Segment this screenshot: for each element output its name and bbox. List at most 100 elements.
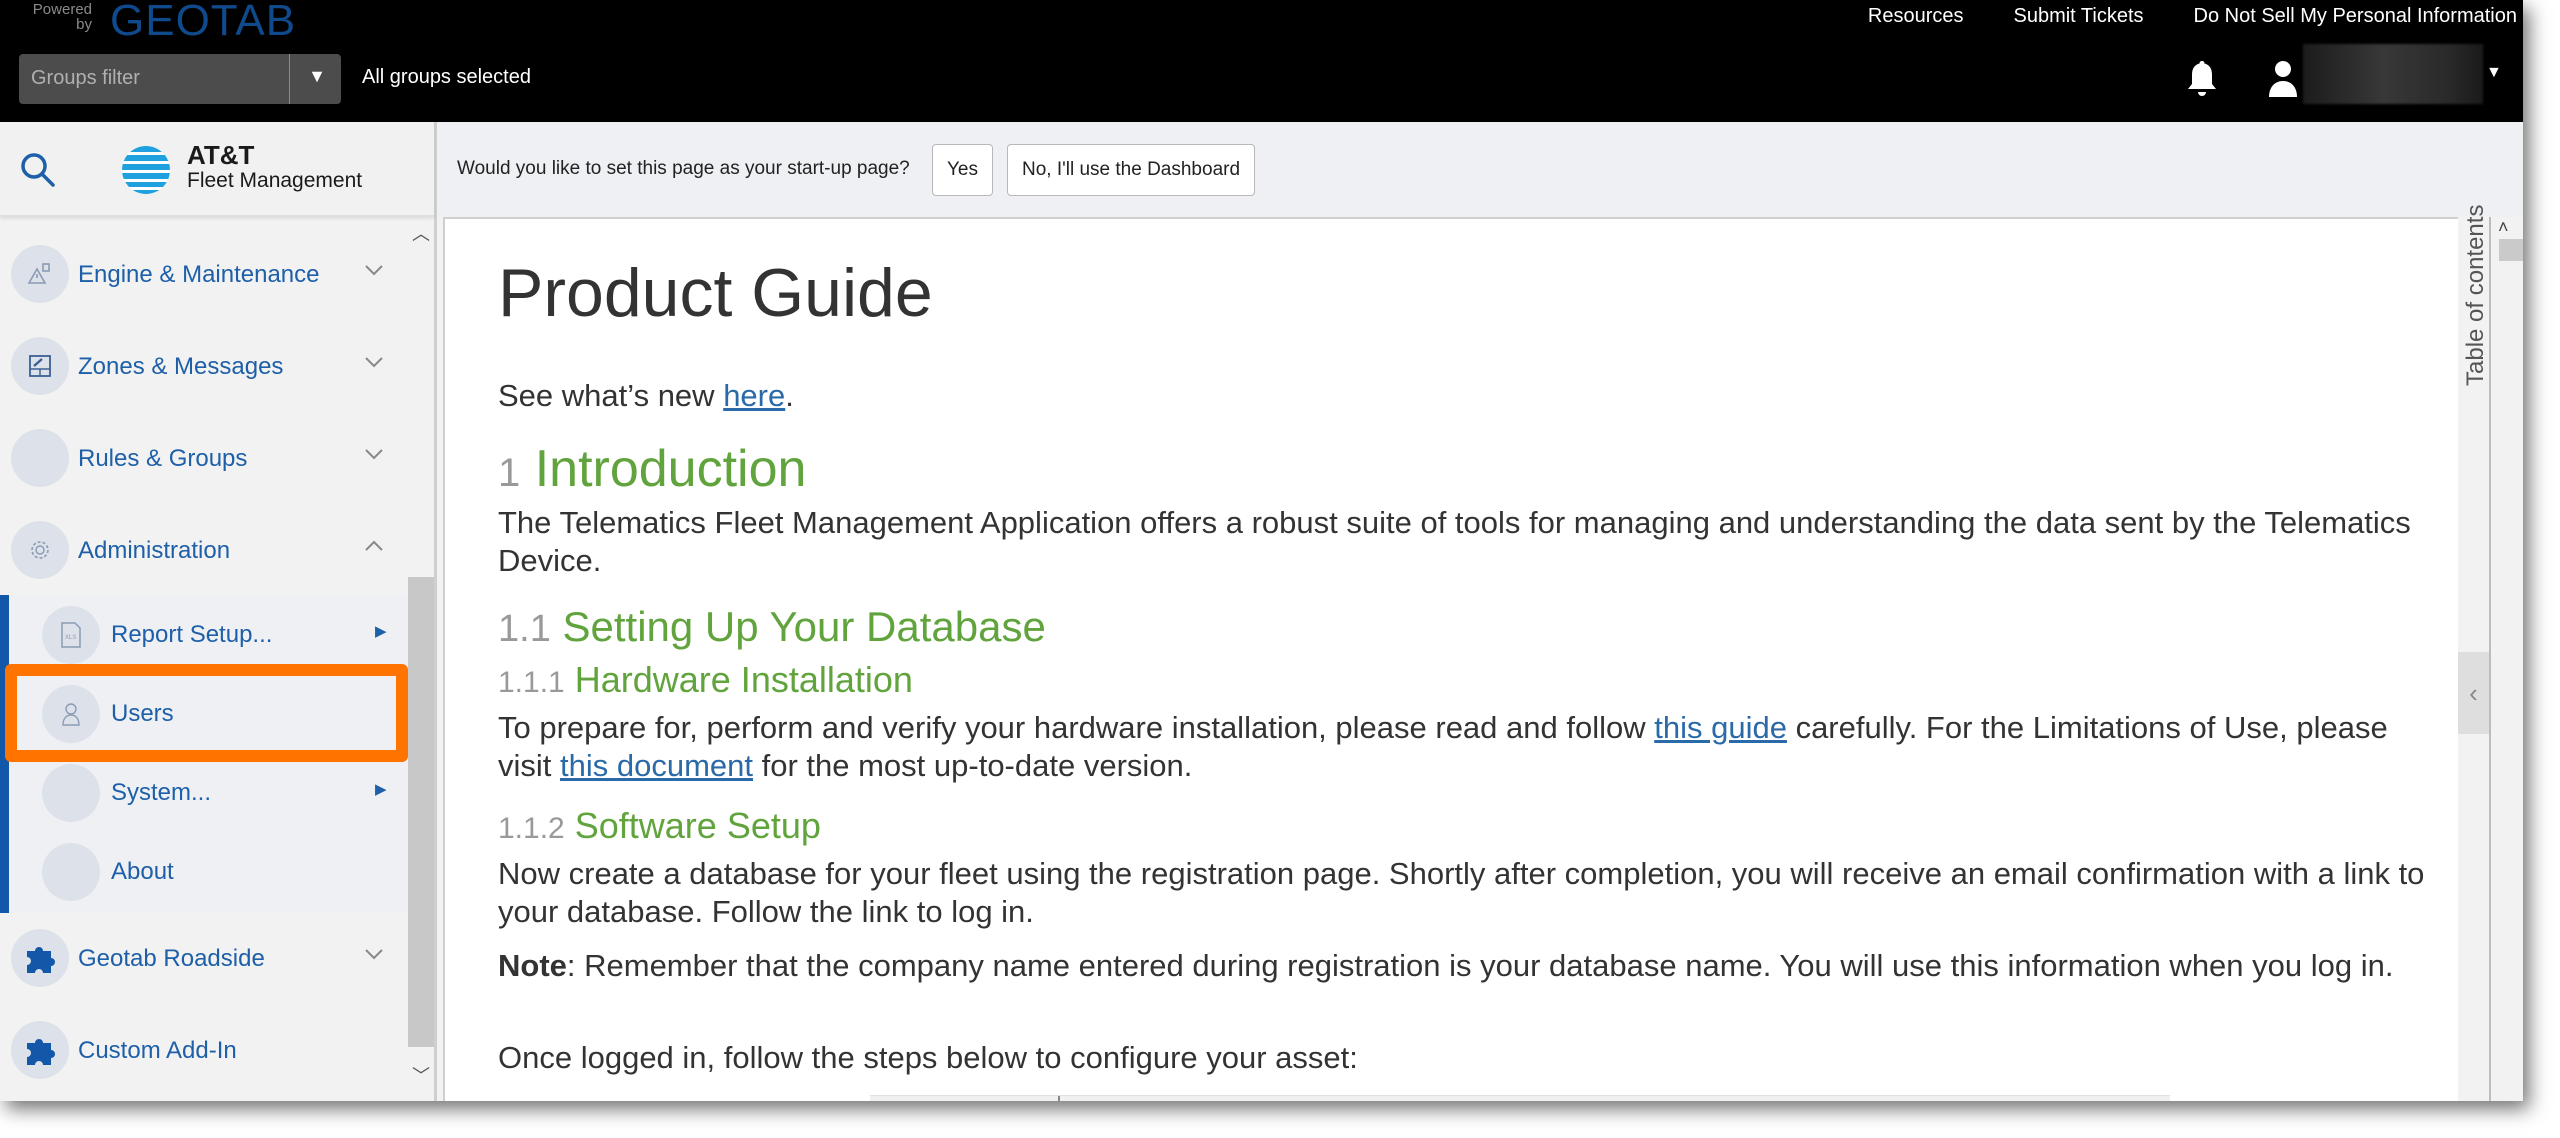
sidebar-item-label: About [111, 858, 174, 885]
section-heading-introduction: 1 Introduction [498, 441, 2438, 501]
rules-groups-icon [11, 429, 69, 487]
section-heading-hardware: 1.1.1 Hardware Installation [498, 660, 2438, 703]
top-links: Resources Submit Tickets Do Not Sell My … [1868, 5, 2517, 28]
sidebar-scrollbar-thumb[interactable] [408, 577, 434, 1047]
groups-filter-input[interactable]: Groups filter [31, 67, 140, 90]
intro-paragraph: The Telematics Fleet Management Applicat… [498, 505, 2411, 578]
section-title: Hardware Installation [574, 659, 913, 700]
use-dashboard-button[interactable]: No, I'll use the Dashboard [1007, 144, 1256, 196]
groups-filter-divider [289, 54, 290, 104]
section-heading-database: 1.1 Setting Up Your Database [498, 604, 2438, 652]
document-scrollbar[interactable]: ˄ [2493, 217, 2523, 1101]
engine-maintenance-icon [11, 245, 69, 303]
sidebar-scroll-down-icon[interactable]: ﹀ [412, 1062, 430, 1088]
geotab-logo: GEOTAB [110, 0, 297, 45]
about-icon [42, 843, 100, 901]
hardware-text: To prepare for, perform and verify your … [498, 710, 1655, 745]
sidebar-item-label: Zones & Messages [78, 353, 284, 380]
powered-by-label: Powered by [32, 1, 92, 33]
whats-new-link[interactable]: here [723, 378, 785, 413]
sidebar-item-about[interactable]: About [9, 832, 408, 911]
zones-messages-icon [11, 337, 69, 395]
hardware-paragraph: To prepare for, perform and verify your … [498, 709, 2438, 785]
chevron-left-icon[interactable]: ‹ [2458, 652, 2489, 734]
sidebar-item-label: Report Setup... [111, 621, 273, 648]
search-icon[interactable] [18, 150, 58, 190]
scroll-up-icon[interactable]: ˄ [2498, 217, 2509, 238]
section-title: Software Setup [574, 805, 821, 846]
sidebar-item-label: Users [111, 700, 174, 727]
section-title: Setting Up Your Database [562, 603, 1046, 650]
att-globe-logo [122, 146, 170, 194]
user-outline-icon [42, 685, 100, 743]
software-paragraph: Now create a database for your fleet usi… [498, 856, 2425, 929]
system-icon [42, 764, 100, 822]
chevron-up-icon[interactable] [362, 534, 386, 558]
hardware-text: for the most up-to-date version. [753, 748, 1193, 783]
sidebar-item-label: Geotab Roadside [78, 945, 265, 972]
xls-file-icon: XLS [42, 606, 100, 664]
sidebar-item-administration[interactable]: Administration [0, 510, 400, 590]
bell-icon[interactable] [2185, 58, 2219, 98]
yes-button[interactable]: Yes [932, 144, 993, 196]
startup-question: Would you like to set this page as your … [457, 158, 910, 179]
chevron-down-icon[interactable] [362, 258, 386, 282]
top-header: Powered by GEOTAB Groups filter ▼ All gr… [0, 0, 2523, 122]
period: . [785, 378, 794, 413]
steps-intro-paragraph: Once logged in, follow the steps below t… [498, 1040, 1358, 1075]
whats-new-text: See what’s new [498, 378, 724, 413]
chevron-down-icon[interactable] [362, 442, 386, 466]
groups-status: All groups selected [362, 66, 531, 88]
steps-table [870, 1095, 2170, 1101]
chevron-down-icon[interactable] [362, 942, 386, 966]
submenu-arrow-icon: ▶ [375, 623, 387, 640]
page-title: Product Guide [498, 255, 933, 331]
sidebar: AT&T Fleet Management ︿ Engine & Mainten… [0, 122, 437, 1101]
sidebar-header: AT&T Fleet Management [0, 122, 434, 217]
sidebar-item-label: System... [111, 779, 212, 806]
administration-submenu: XLS Report Setup... ▶ Users System... ▶ … [0, 595, 408, 913]
submit-tickets-link[interactable]: Submit Tickets [2013, 5, 2143, 28]
do-not-sell-link[interactable]: Do Not Sell My Personal Information [2194, 5, 2517, 28]
document-scrollbar-thumb[interactable] [2499, 239, 2523, 261]
caret-down-icon[interactable]: ▼ [302, 66, 332, 87]
sidebar-item-system[interactable]: System... ▶ [9, 753, 408, 832]
sidebar-item-zones-messages[interactable]: Zones & Messages [0, 326, 400, 406]
this-guide-link[interactable]: this guide [1654, 710, 1787, 745]
puzzle-icon [11, 1021, 69, 1079]
groups-filter[interactable]: Groups filter ▼ [19, 54, 341, 104]
submenu-arrow-icon: ▶ [375, 781, 387, 798]
section-number: 1.1 [498, 608, 551, 650]
sidebar-item-engine-maintenance[interactable]: Engine & Maintenance [0, 234, 400, 314]
user-icon[interactable] [2268, 60, 2298, 98]
table-column-divider [1058, 1096, 1060, 1101]
sidebar-item-users[interactable]: Users [9, 674, 408, 753]
gear-icon [11, 521, 69, 579]
att-logo-subtitle: Fleet Management [187, 169, 363, 192]
sidebar-item-geotab-roadside[interactable]: Geotab Roadside [0, 918, 400, 998]
user-name-redacted[interactable] [2303, 44, 2483, 104]
product-guide-document: Product Guide See what’s new here. 1 Int… [443, 217, 2458, 1101]
chevron-down-icon[interactable] [362, 350, 386, 374]
svg-text:XLS: XLS [65, 635, 76, 641]
sidebar-item-report-setup[interactable]: XLS Report Setup... ▶ [9, 595, 408, 674]
table-of-contents-tab[interactable]: Table of contents [2462, 205, 2490, 386]
sidebar-item-rules-groups[interactable]: Rules & Groups [0, 418, 400, 498]
sidebar-item-custom-add-in[interactable]: Custom Add-In [0, 1010, 400, 1090]
resources-link[interactable]: Resources [1868, 5, 1964, 28]
att-logo-title: AT&T [187, 140, 255, 170]
sidebar-scroll-up-icon[interactable]: ︿ [412, 220, 430, 246]
section-number: 1.1.1 [498, 666, 565, 699]
this-document-link[interactable]: this document [560, 748, 753, 783]
whats-new-paragraph: See what’s new here. [498, 377, 2438, 415]
caret-down-icon[interactable]: ▼ [2486, 64, 2502, 82]
section-title: Introduction [534, 440, 807, 498]
startup-page-prompt: Would you like to set this page as your … [437, 122, 2523, 217]
section-number: 1 [498, 451, 521, 495]
note-text: : Remember that the company name entered… [566, 948, 2394, 983]
sidebar-item-label: Engine & Maintenance [78, 261, 320, 288]
table-of-contents-panel: Table of contents ‹ [2458, 205, 2491, 1101]
sidebar-item-label: Administration [78, 537, 231, 564]
note-label: Note [498, 948, 567, 983]
note-paragraph: Note: Remember that the company name ent… [498, 947, 2438, 985]
